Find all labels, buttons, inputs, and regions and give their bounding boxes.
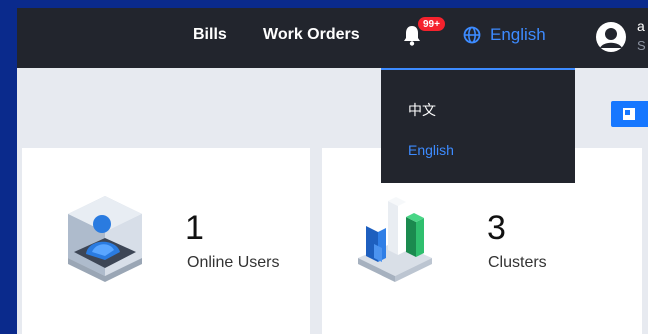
online-users-count: 1 [185,209,204,247]
nav-bills-link[interactable]: Bills [193,26,227,44]
online-users-label: Online Users [187,254,280,271]
clusters-label: Clusters [488,254,547,271]
user-role: S [637,38,646,53]
app-window: Bills Work Orders 99+ English a S 1 Onli… [17,8,648,334]
language-option-english[interactable]: English [408,142,454,158]
layout-icon [623,108,635,120]
top-navigation-bar: Bills Work Orders 99+ English a S [17,8,648,68]
notification-badge: 99+ [417,16,446,32]
language-dropdown-menu: 中文 English [381,68,575,183]
language-label: English [490,25,546,44]
online-users-icon [68,196,142,282]
nav-work-orders-link[interactable]: Work Orders [263,26,360,44]
language-switcher[interactable]: English [463,24,546,46]
clusters-count: 3 [487,209,506,247]
language-option-chinese[interactable]: 中文 [408,100,436,120]
globe-icon [463,26,481,44]
user-name: a [637,18,645,34]
view-toggle-button[interactable] [611,101,648,127]
avatar[interactable] [596,22,626,52]
online-users-card: 1 Online Users [22,148,310,334]
clusters-icon [358,197,432,282]
